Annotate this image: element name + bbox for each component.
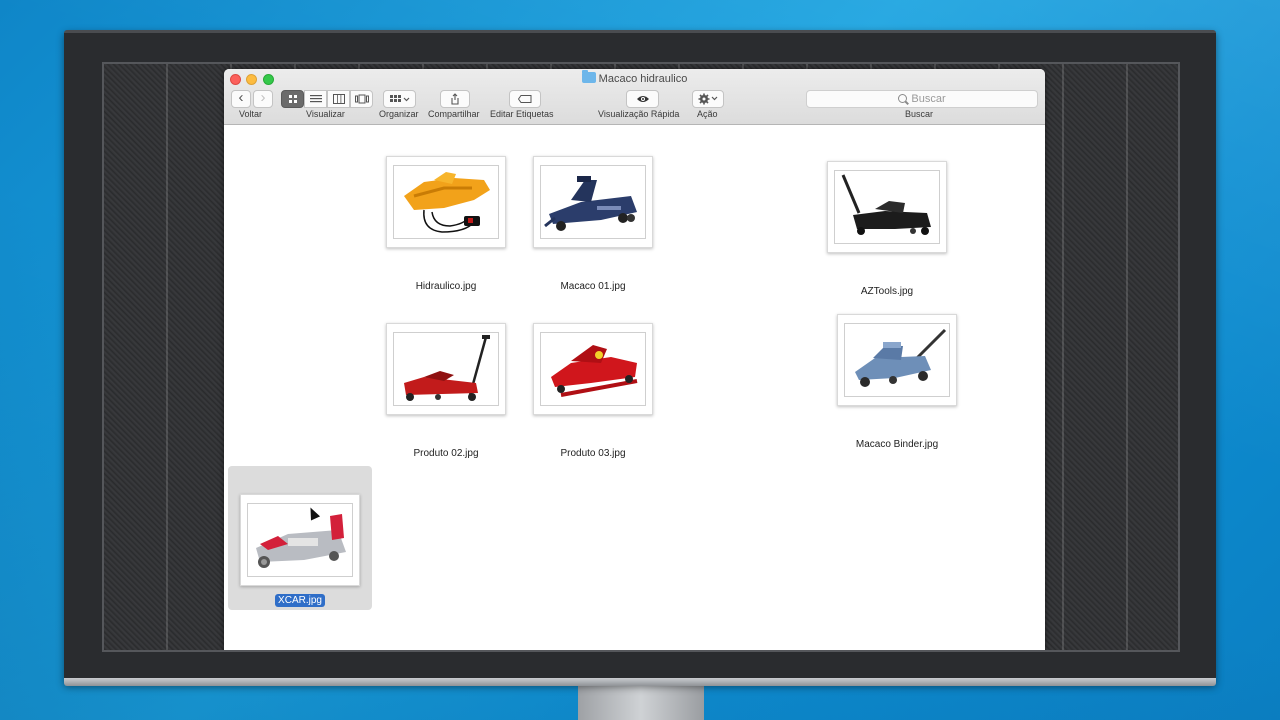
jack-image	[256, 514, 346, 568]
file-item-selected[interactable]: XCAR.jpg	[230, 494, 370, 608]
file-name: Produto 03.jpg	[560, 448, 626, 459]
forward-button[interactable]: ›	[253, 90, 273, 108]
grid-icon	[288, 95, 297, 103]
jack-image	[841, 174, 931, 235]
file-name-selected: XCAR.jpg	[275, 594, 325, 607]
screen: Macaco hidraulico ‹ › Voltar Visualizar	[102, 62, 1180, 652]
share-label: Compartilhar	[428, 109, 480, 119]
monitor-stand	[578, 682, 704, 720]
file-item[interactable]: Produto 03.jpg	[523, 323, 663, 461]
file-thumbnail	[386, 323, 506, 415]
search-label: Buscar	[905, 109, 934, 119]
chevron-left-icon: ‹	[238, 89, 244, 106]
window-title: Macaco hidraulico	[224, 70, 1045, 85]
eye-icon	[636, 96, 649, 102]
columns-icon	[332, 94, 345, 104]
edit-tags-button[interactable]	[509, 90, 541, 108]
file-item[interactable]: Hidraulico.jpg	[376, 156, 516, 294]
view-coverflow-button[interactable]	[350, 90, 373, 108]
gear-icon	[698, 93, 718, 105]
jack-image	[551, 345, 638, 397]
file-thumbnail	[533, 323, 653, 415]
coverflow-icon	[354, 94, 369, 104]
window-title-text: Macaco hidraulico	[598, 73, 688, 85]
arrange-label: Organizar	[379, 109, 419, 119]
monitor-chin	[64, 678, 1216, 686]
share-icon	[451, 93, 459, 105]
file-thumbnail	[837, 314, 957, 406]
list-icon	[309, 95, 322, 103]
action-label: Ação	[697, 109, 718, 119]
file-item[interactable]: AZTools.jpg	[817, 161, 957, 299]
view-label: Visualizar	[306, 109, 345, 119]
jack-image	[544, 176, 637, 231]
quick-look-button[interactable]	[626, 90, 659, 108]
file-name: Macaco Binder.jpg	[855, 439, 939, 450]
file-thumbnail	[386, 156, 506, 248]
chevron-right-icon: ›	[260, 89, 266, 106]
file-name: Hidraulico.jpg	[415, 281, 477, 292]
file-item[interactable]: Macaco Binder.jpg	[827, 314, 967, 452]
file-name: Macaco 01.jpg	[560, 281, 626, 292]
quick-look-label: Visualização Rápida	[598, 109, 680, 119]
arrange-grid-icon	[389, 95, 409, 102]
action-button[interactable]	[692, 90, 724, 108]
search-placeholder: Buscar	[911, 93, 946, 105]
share-button[interactable]	[440, 90, 470, 108]
jack-image	[404, 172, 490, 233]
view-list-button[interactable]	[304, 90, 327, 108]
search-icon	[898, 94, 908, 103]
file-thumbnail	[533, 156, 653, 248]
back-label: Voltar	[239, 109, 263, 119]
view-columns-button[interactable]	[327, 90, 350, 108]
file-name: Produto 02.jpg	[413, 448, 479, 459]
jack-image	[855, 328, 947, 387]
file-thumbnail	[827, 161, 947, 253]
edit-tags-label: Editar Etiquetas	[490, 109, 554, 119]
file-thumbnail	[240, 494, 360, 586]
file-name: AZTools.jpg	[860, 286, 914, 297]
tag-icon	[517, 95, 532, 103]
view-icons-button[interactable]	[281, 90, 304, 108]
file-item[interactable]: Macaco 01.jpg	[523, 156, 663, 294]
back-button[interactable]: ‹	[231, 90, 251, 108]
jack-image	[404, 335, 490, 401]
toolbar: Macaco hidraulico ‹ › Voltar Visualizar	[224, 69, 1045, 125]
finder-window: Macaco hidraulico ‹ › Voltar Visualizar	[224, 69, 1045, 650]
search-field[interactable]: Buscar	[806, 90, 1038, 108]
arrange-button[interactable]	[383, 90, 416, 108]
folder-icon	[581, 70, 596, 83]
file-area: Hidraulico.jpg Macaco 01.jpg AZTools.jpg…	[224, 126, 1045, 650]
file-item[interactable]: Produto 02.jpg	[376, 323, 516, 461]
